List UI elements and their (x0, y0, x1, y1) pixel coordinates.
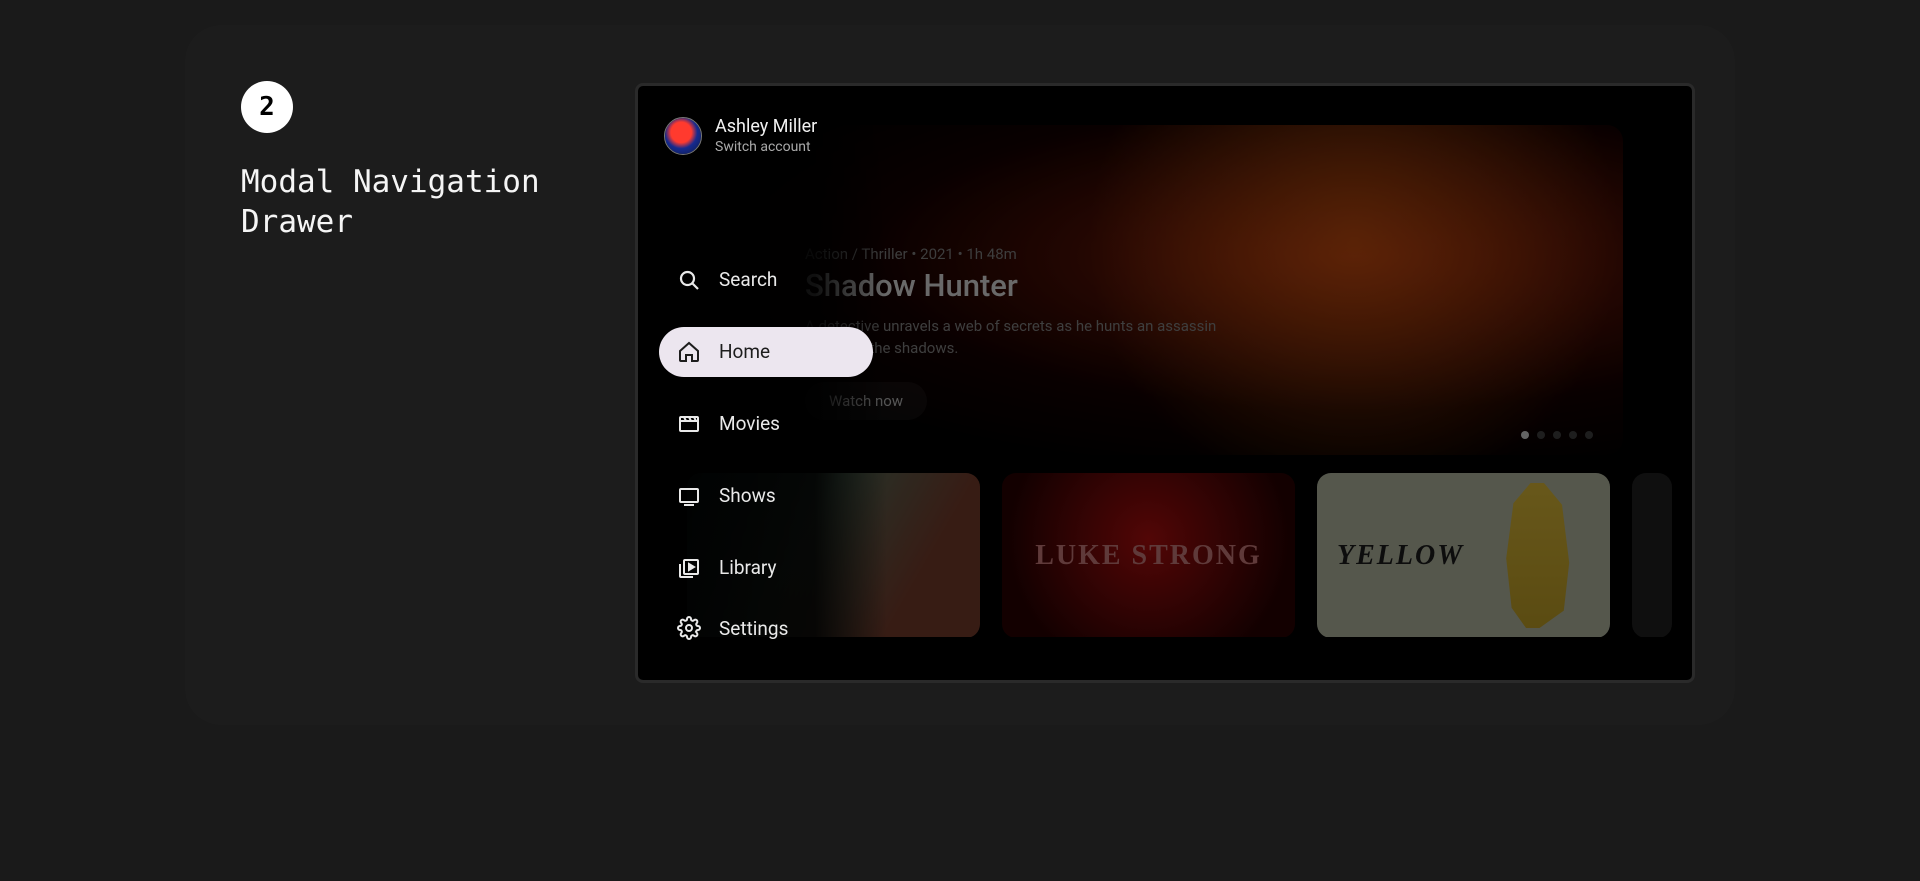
nav-label: Shows (719, 484, 776, 507)
tv-frame: Action / Thriller • 2021 • 1h 48m Shadow… (635, 83, 1695, 683)
nav-label: Home (719, 340, 770, 363)
tv-icon (677, 484, 701, 508)
annotation-title-line2: Drawer (241, 204, 353, 240)
nav-label: Settings (719, 617, 788, 640)
gear-icon (677, 616, 701, 640)
library-icon (677, 556, 701, 580)
nav-movies[interactable]: Movies (659, 399, 873, 449)
nav-label: Movies (719, 412, 780, 435)
nav-label: Library (719, 556, 777, 579)
annotation-title-line1: Modal Navigation (241, 164, 540, 200)
search-icon (677, 268, 701, 292)
account-switcher[interactable]: Ashley Miller Switch account (659, 113, 887, 155)
avatar (665, 118, 701, 154)
switch-account-label: Switch account (715, 139, 817, 155)
nav-library[interactable]: Library (659, 543, 873, 593)
user-name: Ashley Miller (715, 117, 817, 137)
navigation-drawer: Ashley Miller Switch account Search (647, 95, 887, 671)
home-icon (677, 340, 701, 364)
nav-shows[interactable]: Shows (659, 471, 873, 521)
step-badge: 2 (241, 81, 293, 133)
nav-search[interactable]: Search (659, 255, 873, 305)
movie-icon (677, 412, 701, 436)
nav-label: Search (719, 268, 777, 291)
nav-home[interactable]: Home (659, 327, 873, 377)
nav-settings[interactable]: Settings (659, 603, 887, 653)
